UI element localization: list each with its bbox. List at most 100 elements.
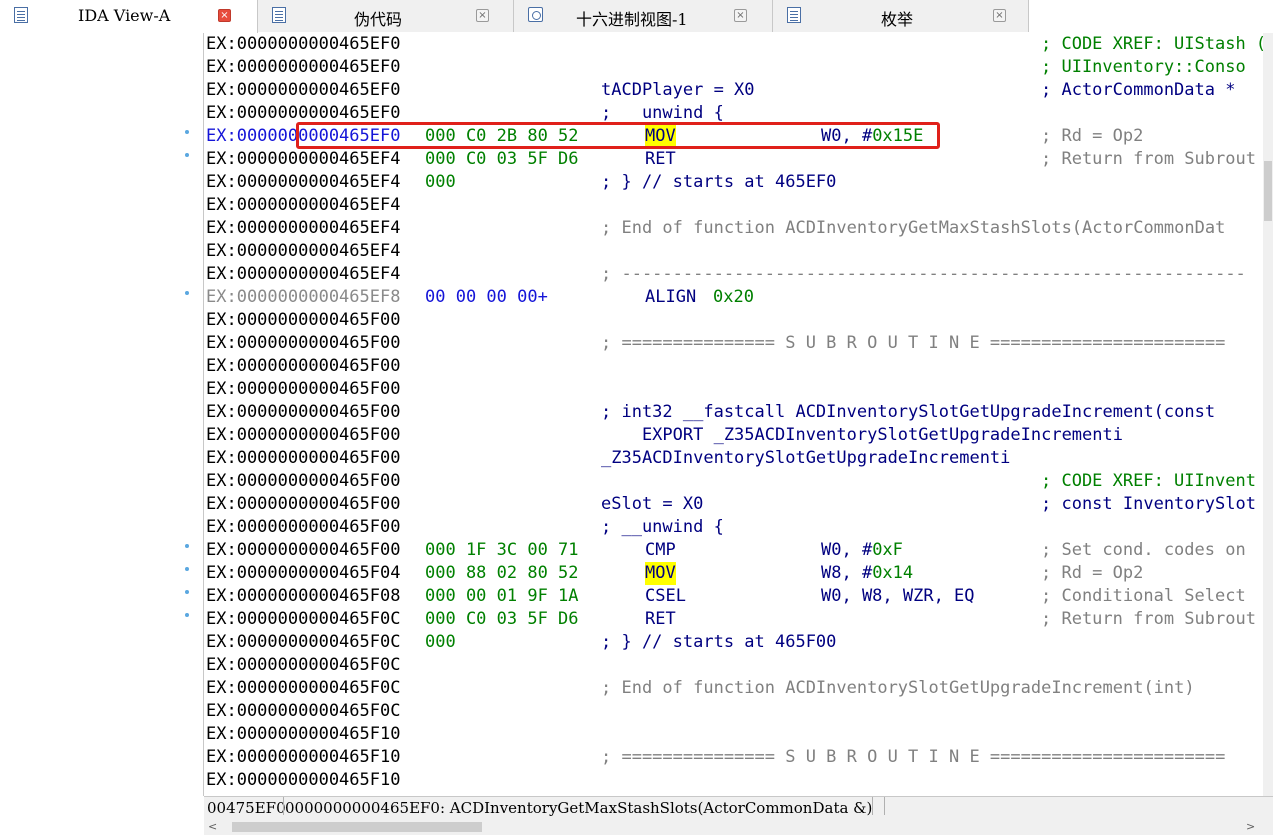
address: EX:0000000000465EF0	[206, 34, 401, 54]
close-icon[interactable]: ×	[476, 9, 489, 22]
listing-line[interactable]: EX:0000000000465F08 000 00 01 9F 1A CSEL W0…	[206, 585, 1263, 608]
scrollbar-thumb[interactable]	[1264, 161, 1272, 221]
listing-line[interactable]: EX:0000000000465EF0 tACDPlayer = X0 ; Acto…	[206, 79, 1263, 102]
listing-line[interactable]: EX:0000000000465F00 ; int32 __fastcall AC…	[206, 401, 1263, 424]
address: EX:0000000000465F00	[206, 425, 401, 445]
address: EX:0000000000465F10	[206, 770, 401, 790]
listing-line[interactable]: EX:0000000000465EF8 00 00 00 00+ ALIGN 0x20	[206, 286, 1263, 309]
address: EX:0000000000465F00	[206, 540, 401, 560]
horizontal-scrollbar[interactable]: < >	[204, 819, 1273, 835]
instruction-text: eSlot = X0	[601, 494, 704, 514]
mnemonic: RET	[645, 149, 676, 169]
listing-line[interactable]: EX:0000000000465F00 ; __unwind {	[206, 516, 1263, 539]
tab-label: 枚举	[881, 10, 914, 29]
tab-pseudocode[interactable]: 伪代码 ×	[258, 0, 514, 32]
listing-line[interactable]: EX:0000000000465EF0 ; CODE XREF: UIStash …	[206, 33, 1263, 56]
comment-text: ; =============== S U B R O U T I N E ==…	[601, 747, 1226, 767]
breakpoint-marker[interactable]	[185, 613, 189, 617]
listing-line[interactable]: EX:0000000000465F10	[206, 723, 1263, 746]
breakpoint-marker[interactable]	[185, 544, 189, 548]
address: EX:0000000000465F00	[206, 402, 401, 422]
vertical-scrollbar[interactable]	[1263, 33, 1273, 796]
opcode-bytes: 000 00 01 9F 1A	[425, 586, 579, 606]
operand-register: W8, #	[821, 563, 873, 583]
scrollbar-thumb[interactable]	[232, 822, 482, 832]
operand-immediate: 0x20	[713, 287, 754, 307]
address: EX:0000000000465EF4	[206, 241, 401, 261]
scroll-left-icon[interactable]: <	[208, 819, 217, 835]
listing-line[interactable]: EX:0000000000465F10	[206, 769, 1263, 792]
breakpoint-marker[interactable]	[185, 291, 189, 295]
status-location: 0000000000465EF0: ACDInventoryGetMaxStas…	[285, 799, 873, 817]
tab-hex-view[interactable]: 十六进制视图-1 ×	[514, 0, 773, 32]
tab-ida-view-a[interactable]: IDA View-A ×	[0, 0, 258, 34]
opcode-bytes: 000 C0 03 5F D6	[425, 609, 579, 629]
listing-line[interactable]: EX:0000000000465F00	[206, 378, 1263, 401]
address: EX:0000000000465F08	[206, 586, 401, 606]
listing-line[interactable]: EX:0000000000465F00 000 1F 3C 00 71 CMP W0,…	[206, 539, 1263, 562]
listing-line[interactable]: EX:0000000000465EF4	[206, 240, 1263, 263]
opcode-bytes: 000 C0 03 5F D6	[425, 149, 579, 169]
listing-line[interactable]: EX:0000000000465F0C 000 ; } // starts at 4…	[206, 631, 1263, 654]
breakpoint-marker[interactable]	[185, 153, 189, 157]
comment-text: ; End of function ACDInventoryGetMaxStas…	[601, 218, 1226, 238]
arrows-gutter	[0, 33, 203, 796]
listing-line[interactable]: EX:0000000000465F0C	[206, 654, 1263, 677]
listing-line[interactable]: EX:0000000000465EF4	[206, 194, 1263, 217]
instruction-text: tACDPlayer = X0	[601, 80, 755, 100]
listing-line[interactable]: EX:0000000000465EF4 ; -------------------…	[206, 263, 1263, 286]
status-bar: 00475EF0 0000000000465EF0: ACDInventoryG…	[204, 796, 1273, 819]
listing-line[interactable]: EX:0000000000465F00 ; CODE XREF: UIInvent	[206, 470, 1263, 493]
operand-register: W0, W8, WZR, EQ	[821, 586, 975, 606]
mnemonic: CMP	[645, 540, 676, 560]
listing-line[interactable]: EX:0000000000465EF4 000 C0 03 5F D6 RET ; R…	[206, 148, 1263, 171]
listing-line[interactable]: EX:0000000000465F00	[206, 309, 1263, 332]
xref-comment: ; CODE XREF: UIInvent	[1041, 471, 1256, 491]
status-offset: 00475EF0	[207, 799, 286, 817]
mnemonic: RET	[645, 609, 676, 629]
operand-immediate: 0xF	[872, 540, 903, 560]
listing-line[interactable]: EX:0000000000465EF4 000 ; } // starts at 4…	[206, 171, 1263, 194]
comment-text: ; --------------------------------------…	[601, 264, 1246, 284]
operands: W0, W8, WZR, EQ	[821, 585, 975, 608]
address: EX:0000000000465F00	[206, 471, 401, 491]
listing-line[interactable]: EX:0000000000465F00 ; =============== S U…	[206, 332, 1263, 355]
highlight-box	[296, 122, 940, 149]
listing-line[interactable]: EX:0000000000465F00	[206, 355, 1263, 378]
hex-view-icon	[528, 7, 543, 22]
breakpoint-marker[interactable]	[185, 590, 189, 594]
listing-line[interactable]: EX:0000000000465F0C	[206, 700, 1263, 723]
instruction-text: ; } // starts at 465EF0	[601, 172, 837, 192]
listing-line[interactable]: EX:0000000000465F10 ; =============== S U…	[206, 746, 1263, 769]
close-icon[interactable]: ×	[218, 9, 231, 22]
listing-line[interactable]: EX:0000000000465F00 _Z35ACDInventorySlotG…	[206, 447, 1263, 470]
address: EX:0000000000465F0C	[206, 678, 401, 698]
scroll-right-icon[interactable]: >	[1246, 819, 1255, 835]
listing-line[interactable]: EX:0000000000465F00 EXPORT _Z35ACDInvent…	[206, 424, 1263, 447]
address: EX:0000000000465F0C	[206, 609, 401, 629]
opcode-bytes: 000 1F 3C 00 71	[425, 540, 579, 560]
opcode-bytes: 00 00 00 00+	[425, 287, 548, 307]
listing-line[interactable]: EX:0000000000465EF4 ; End of function ACD…	[206, 217, 1263, 240]
opcode-bytes: 000	[425, 632, 456, 652]
address: EX:0000000000465EF4	[206, 172, 401, 192]
listing-line[interactable]: EX:0000000000465F0C ; End of function ACD…	[206, 677, 1263, 700]
listing-line[interactable]: EX:0000000000465F0C 000 C0 03 5F D6 RET ; R…	[206, 608, 1263, 631]
listing-line[interactable]: EX:0000000000465EF0 ; UIInventory::Conso	[206, 56, 1263, 79]
repeatable-comment: ; Conditional Select	[1041, 586, 1246, 606]
listing-line[interactable]: EX:0000000000465F04 000 88 02 80 52 MOV W8,…	[206, 562, 1263, 585]
breakpoint-marker[interactable]	[185, 567, 189, 571]
tab-enums[interactable]: 枚举 ×	[773, 0, 1029, 32]
address: EX:0000000000465F0C	[206, 655, 401, 675]
listing-icon	[14, 7, 28, 23]
listing-line[interactable]: EX:0000000000465F00 eSlot = X0 ; const Inv…	[206, 493, 1263, 516]
address: EX:0000000000465EF4	[206, 218, 401, 238]
address: EX:0000000000465EF4	[206, 195, 401, 215]
tab-bar: IDA View-A × 伪代码 × 十六进制视图-1 × 枚举 ×	[0, 0, 1273, 34]
instruction-text: ; __unwind {	[601, 517, 724, 537]
address: EX:0000000000465EF0	[206, 80, 401, 100]
close-icon[interactable]: ×	[734, 9, 747, 22]
breakpoint-marker[interactable]	[185, 130, 189, 134]
address: EX:0000000000465F00	[206, 310, 401, 330]
close-icon[interactable]: ×	[993, 9, 1006, 22]
